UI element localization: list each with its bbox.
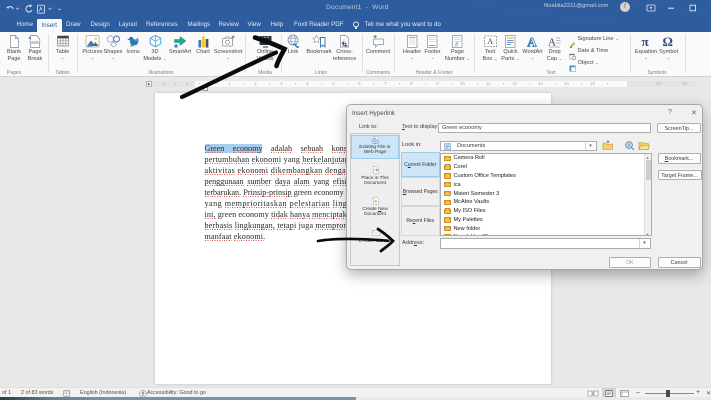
svg-text:Ω: Ω xyxy=(663,34,673,49)
